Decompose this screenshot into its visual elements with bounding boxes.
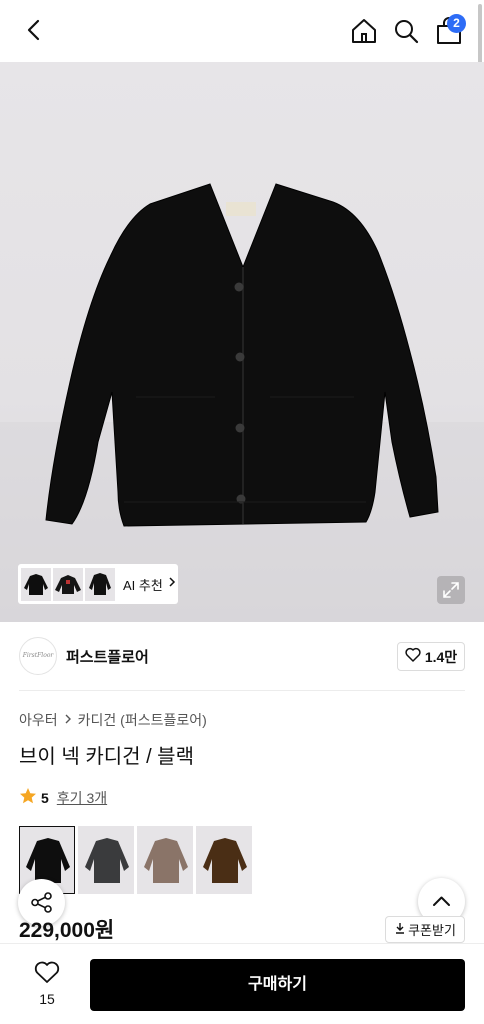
download-icon (394, 922, 406, 937)
brand-like-count: 1.4만 (424, 648, 458, 665)
brand-name[interactable]: 퍼스트플로어 (66, 646, 149, 667)
home-icon[interactable] (350, 17, 378, 45)
ai-recommend-strip[interactable]: AI 추천 (18, 564, 178, 604)
brand-row: FirstFloor 퍼스트플로어 1.4만 (0, 636, 484, 676)
share-icon (31, 892, 52, 913)
top-bar: 2 (0, 0, 484, 62)
color-swatch[interactable] (78, 826, 134, 894)
expand-image-button[interactable] (437, 576, 465, 604)
product-image[interactable] (0, 62, 484, 622)
coupon-button[interactable]: 쿠폰받기 (385, 916, 465, 943)
thumbnail[interactable] (21, 567, 51, 601)
cart-count-badge: 2 (447, 14, 466, 33)
thumbnail[interactable] (85, 567, 115, 601)
brand-like-button[interactable]: 1.4만 (397, 642, 465, 671)
rating-score: 5 (41, 789, 49, 806)
divider (19, 690, 465, 691)
color-swatch[interactable] (137, 826, 193, 894)
wishlist-button[interactable]: 15 (28, 960, 66, 1008)
product-title: 브이 넥 카디건 / 블랙 (19, 746, 194, 768)
heart-icon (34, 961, 60, 988)
buy-button[interactable]: 구매하기 (90, 959, 465, 1011)
chevron-right-icon (167, 575, 177, 593)
search-icon[interactable] (392, 17, 420, 45)
breadcrumb-item[interactable]: 아우터 (19, 710, 58, 730)
reviews-link[interactable]: 후기 3개 (57, 788, 107, 808)
back-arrow-icon[interactable] (20, 16, 48, 44)
breadcrumb: 아우터 카디건 (퍼스트플로어) (19, 710, 207, 730)
wishlist-count: 15 (39, 991, 55, 1007)
bottom-action-bar: 15 구매하기 (0, 943, 484, 1024)
chevron-up-icon (433, 896, 450, 906)
breadcrumb-item[interactable]: 카디건 (퍼스트플로어) (78, 710, 207, 730)
product-price: 229,000원 (19, 919, 115, 942)
rating-row: 5 후기 3개 (19, 787, 107, 808)
coupon-label: 쿠폰받기 (408, 923, 456, 938)
brand-logo[interactable]: FirstFloor (19, 637, 57, 675)
thumbnail[interactable] (53, 567, 83, 601)
chevron-right-icon (64, 712, 72, 728)
color-swatch[interactable] (196, 826, 252, 894)
heart-icon (405, 647, 421, 667)
ai-recommend-label: AI 추천 (123, 577, 163, 593)
star-icon (19, 787, 37, 808)
